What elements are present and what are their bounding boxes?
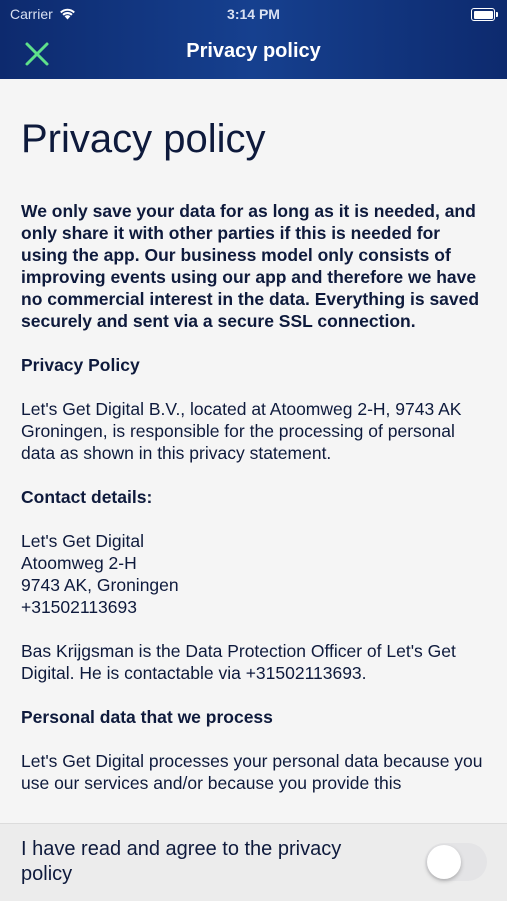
personal-data-text: Let's Get Digital processes your persona… — [21, 751, 483, 793]
privacy-policy-text: Let's Get Digital B.V., located at Atoom… — [21, 399, 462, 463]
personal-data-heading: Personal data that we process — [21, 707, 273, 727]
toggle-knob — [427, 845, 461, 879]
data-protection-officer-text: Bas Krijgsman is the Data Protection Off… — [21, 641, 456, 683]
agreement-footer: I have read and agree to the privacy pol… — [0, 823, 507, 901]
battery-icon — [471, 8, 498, 21]
contact-line: +31502113693 — [21, 597, 137, 617]
status-bar: Carrier 3:14 PM — [0, 0, 507, 28]
nav-title: Privacy policy — [186, 40, 321, 62]
agree-toggle[interactable] — [425, 843, 487, 881]
privacy-policy-heading: Privacy Policy — [21, 355, 140, 375]
policy-scroll-area[interactable]: Privacy policy We only save your data fo… — [0, 79, 507, 823]
navigation-header: Carrier 3:14 PM Privacy policy — [0, 0, 507, 79]
status-time: 3:14 PM — [227, 6, 280, 22]
contact-line: 9743 AK, Groningen — [21, 575, 179, 595]
contact-line: Atoomweg 2-H — [21, 553, 137, 573]
contact-details-heading: Contact details: — [21, 487, 153, 507]
intro-paragraph: We only save your data for as long as it… — [21, 201, 480, 331]
agree-label: I have read and agree to the privacy pol… — [21, 838, 342, 885]
contact-details-block: Let's Get Digital Atoomweg 2-H 9743 AK, … — [21, 530, 486, 618]
page-title: Privacy policy — [21, 117, 266, 161]
contact-line: Let's Get Digital — [21, 531, 144, 551]
